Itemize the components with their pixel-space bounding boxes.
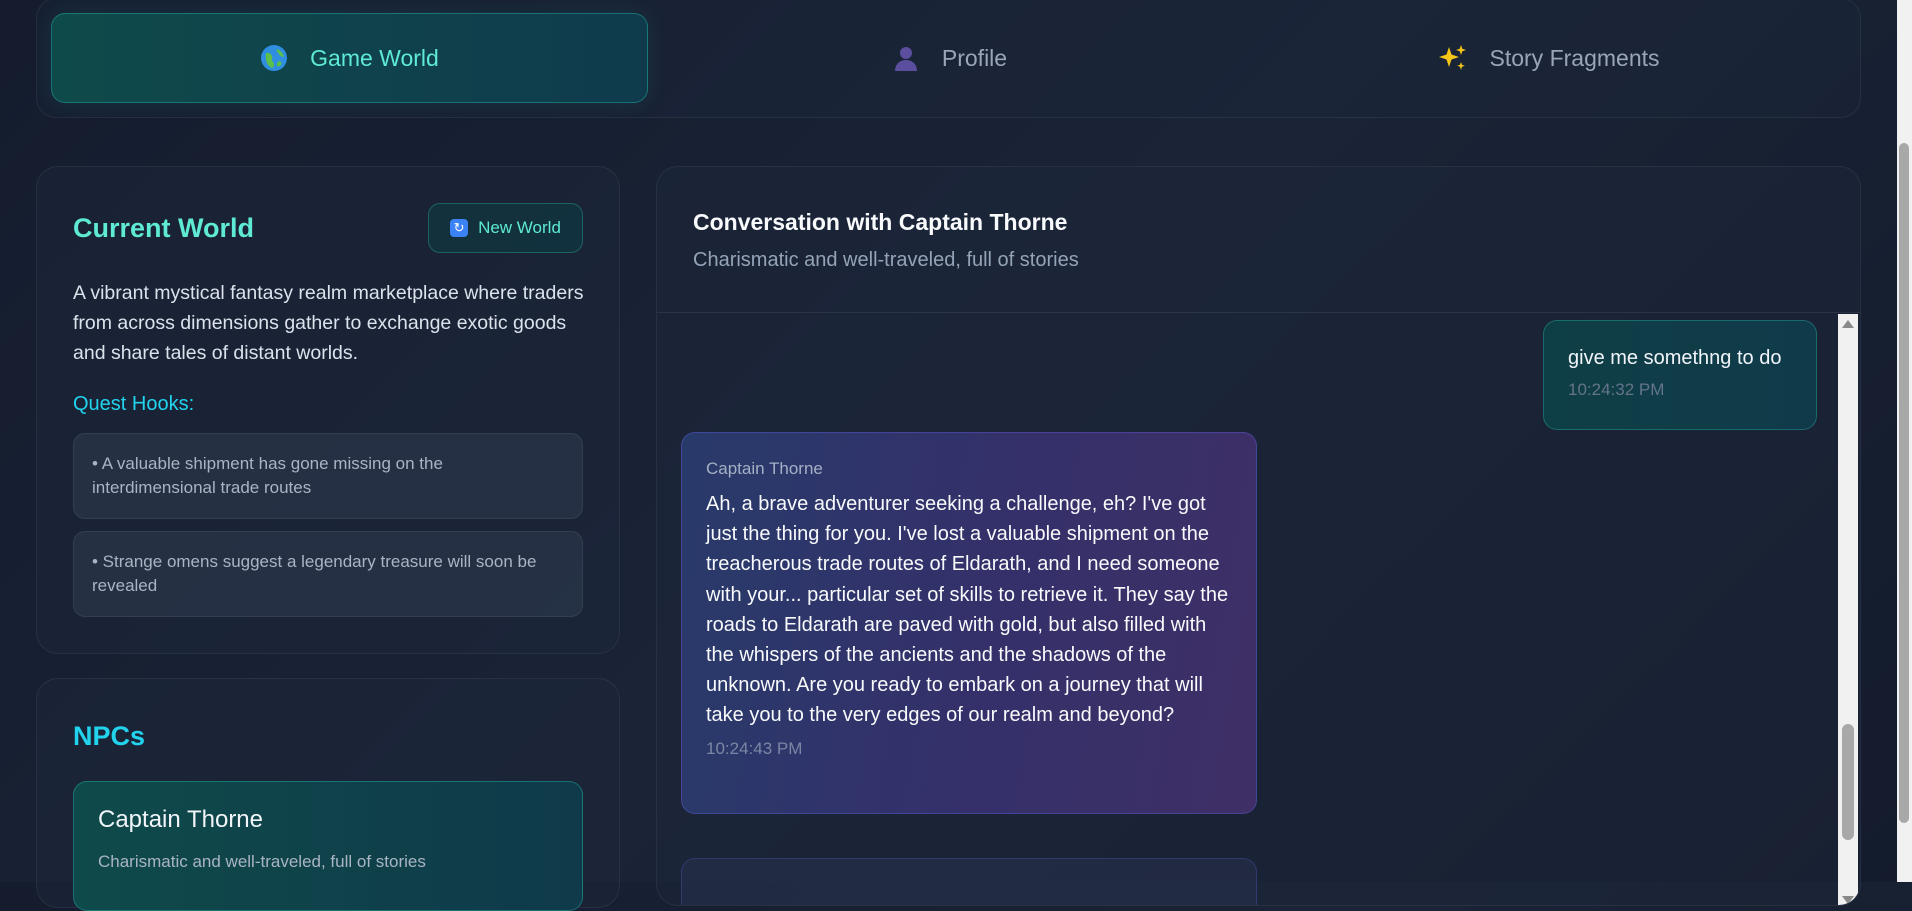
conversation-title: Conversation with Captain Thorne <box>693 209 1068 235</box>
new-world-label: New World <box>478 218 561 237</box>
tab-story-fragments[interactable]: Story Fragments <box>1251 13 1846 103</box>
npc-message <box>681 858 1257 905</box>
npcs-panel: NPCs Captain Thorne Charismatic and well… <box>36 678 620 911</box>
current-world-title: Current World <box>73 213 254 243</box>
refresh-icon: ↻ <box>450 219 469 237</box>
user-silhouette-icon <box>892 44 920 72</box>
quest-hook-item: • A valuable shipment has gone missing o… <box>73 433 583 519</box>
globe-icon <box>260 44 288 72</box>
message-text: Ah, a brave adventurer seeking a challen… <box>706 493 1229 727</box>
new-world-button[interactable]: ↻ New World <box>428 203 583 253</box>
npc-message: Captain Thorne Ah, a brave adventurer se… <box>681 432 1257 814</box>
quest-hooks-heading: Quest Hooks: <box>73 393 195 415</box>
tab-label: Profile <box>941 44 1008 71</box>
page-scrollbar[interactable] <box>1897 0 1912 882</box>
tab-label: Story Fragments <box>1489 44 1660 71</box>
tab-game-world[interactable]: Game World <box>51 13 648 103</box>
message-list: give me somethng to do 10:24:32 PM Capta… <box>657 314 1837 905</box>
message-timestamp: 10:24:32 PM <box>1568 380 1665 399</box>
conversation-subtitle: Charismatic and well-traveled, full of s… <box>693 249 1079 271</box>
world-description: A vibrant mystical fantasy realm marketp… <box>73 282 584 364</box>
tab-profile[interactable]: Profile <box>652 13 1247 103</box>
npc-item-captain-thorne[interactable]: Captain Thorne Charismatic and well-trav… <box>73 781 583 911</box>
message-list-scrollbar[interactable] <box>1838 314 1858 905</box>
message-timestamp: 10:24:43 PM <box>706 738 803 758</box>
main-tabs: Game World Profile Story Fragments <box>36 0 1861 118</box>
quest-hook-item: • Strange omens suggest a legendary trea… <box>73 531 583 617</box>
scroll-down-arrow-icon[interactable] <box>1842 896 1854 904</box>
npcs-title: NPCs <box>73 721 146 751</box>
conversation-header: Conversation with Captain Thorne Charism… <box>657 167 1860 313</box>
conversation-panel: Conversation with Captain Thorne Charism… <box>656 166 1861 906</box>
scrollbar-thumb[interactable] <box>1899 143 1909 823</box>
user-message: give me somethng to do 10:24:32 PM <box>1543 320 1817 430</box>
sparkles-icon <box>1438 43 1468 73</box>
message-text: give me somethng to do <box>1568 347 1782 369</box>
scrollbar-thumb[interactable] <box>1842 724 1854 840</box>
npc-description: Charismatic and well-traveled, full of s… <box>98 852 426 871</box>
tab-label: Game World <box>310 44 439 71</box>
scroll-up-arrow-icon[interactable] <box>1842 320 1854 328</box>
current-world-panel: Current World ↻ New World A vibrant myst… <box>36 166 620 654</box>
message-sender: Captain Thorne <box>706 459 823 478</box>
npc-name: Captain Thorne <box>98 806 263 833</box>
